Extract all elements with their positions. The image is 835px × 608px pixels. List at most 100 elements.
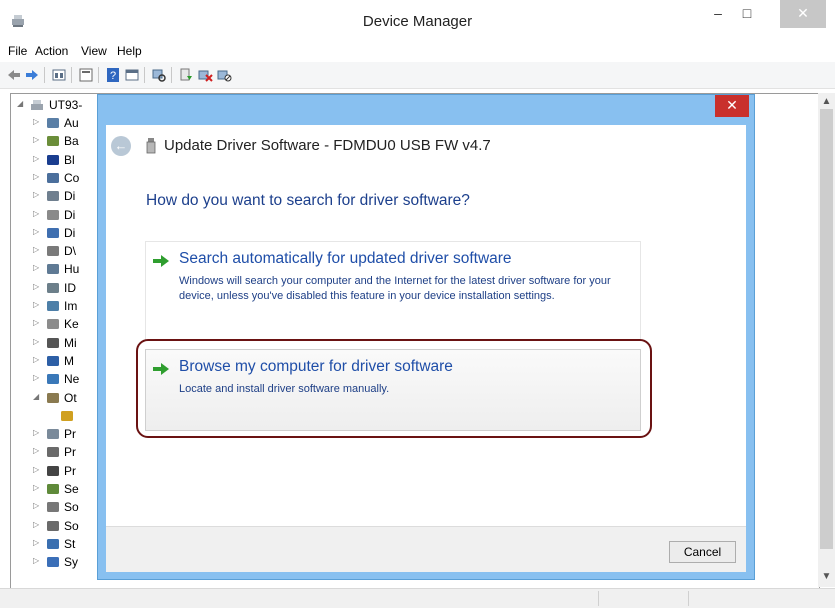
- tree-item[interactable]: ▷ Se: [11, 480, 111, 498]
- expand-arrow-icon[interactable]: ▷: [33, 520, 39, 529]
- toolbar-separator: [44, 67, 45, 83]
- expand-arrow-icon[interactable]: ▷: [33, 337, 39, 346]
- expand-arrow-icon[interactable]: ◢: [33, 392, 39, 401]
- tree-item-label: M: [64, 353, 74, 368]
- tree-item[interactable]: ▷ Pr: [11, 443, 111, 461]
- dialog-close-button[interactable]: ✕: [715, 95, 749, 117]
- expand-arrow-icon[interactable]: ▷: [33, 209, 39, 218]
- tree-item[interactable]: ▷ ID: [11, 279, 111, 297]
- tree-item[interactable]: ▷ So: [11, 498, 111, 516]
- scroll-down-arrow[interactable]: ▼: [818, 571, 835, 582]
- tree-item[interactable]: ▷ Mi: [11, 334, 111, 352]
- option-description: Windows will search your computer and th…: [179, 275, 611, 302]
- tree-item[interactable]: ▷ Di: [11, 187, 111, 205]
- tree-item[interactable]: ▷ So: [11, 517, 111, 535]
- expand-arrow-icon[interactable]: ▷: [33, 154, 39, 163]
- expand-arrow-icon[interactable]: ▷: [33, 538, 39, 547]
- view-icon[interactable]: [124, 67, 140, 83]
- tree-item[interactable]: ▷ Au: [11, 114, 111, 132]
- expand-arrow-icon[interactable]: ▷: [33, 245, 39, 254]
- tree-item[interactable]: ▷ Bl: [11, 151, 111, 169]
- expand-arrow-icon[interactable]: ▷: [33, 318, 39, 327]
- expand-arrow-icon[interactable]: ▷: [33, 282, 39, 291]
- search-automatically-option[interactable]: Search automatically for updated driver …: [145, 241, 641, 341]
- menu-view[interactable]: View: [81, 44, 107, 58]
- expand-arrow-icon[interactable]: ▷: [33, 446, 39, 455]
- cancel-button[interactable]: Cancel: [669, 541, 736, 563]
- status-cell: [688, 591, 835, 606]
- tree-item-label: D\: [64, 244, 76, 259]
- menu-help[interactable]: Help: [117, 44, 142, 58]
- back-icon[interactable]: [6, 67, 22, 83]
- title-bar: Device Manager – □ ✕: [0, 0, 835, 40]
- menu-action[interactable]: Action: [35, 44, 68, 58]
- tree-item-label: Hu: [64, 262, 80, 277]
- other-devices-icon: [47, 392, 59, 403]
- expand-arrow-icon[interactable]: ▷: [33, 263, 39, 272]
- update-driver-icon[interactable]: [178, 67, 194, 83]
- tree-item-label: Di: [64, 189, 76, 204]
- scroll-thumb[interactable]: [820, 109, 833, 549]
- expand-arrow-icon[interactable]: ▷: [33, 117, 39, 126]
- tree-item-label: Ot: [64, 390, 77, 405]
- tree-item[interactable]: [11, 407, 111, 425]
- tree-root[interactable]: ◢ UT93-: [11, 96, 111, 114]
- forward-icon[interactable]: [24, 67, 40, 83]
- expand-arrow-icon[interactable]: ▷: [33, 355, 39, 364]
- uninstall-icon[interactable]: [197, 67, 213, 83]
- software-icon: [47, 502, 59, 513]
- tree-item-label: Im: [64, 299, 78, 313]
- processor-icon: [47, 465, 59, 476]
- menu-file[interactable]: File: [8, 44, 27, 58]
- tree-item[interactable]: ▷ Pr: [11, 425, 111, 443]
- expand-arrow-icon[interactable]: ▷: [33, 483, 39, 492]
- tree-item[interactable]: ▷ Ne: [11, 370, 111, 388]
- monitor-icon: [47, 355, 59, 366]
- tree-item[interactable]: ▷ Pr: [11, 462, 111, 480]
- expand-arrow-icon[interactable]: ▷: [33, 227, 39, 236]
- maximize-button[interactable]: □: [732, 0, 762, 28]
- tree-item[interactable]: ▷ Sy: [11, 553, 111, 571]
- expand-arrow-icon[interactable]: ▷: [33, 373, 39, 382]
- tree-item[interactable]: ◢ Ot: [11, 389, 111, 407]
- dialog-title: Update Driver Software - FDMDU0 USB FW v…: [164, 137, 491, 154]
- scroll-up-arrow[interactable]: ▲: [818, 96, 835, 107]
- expand-arrow-icon[interactable]: ▷: [33, 190, 39, 199]
- disable-icon[interactable]: [216, 67, 232, 83]
- expand-arrow-icon[interactable]: ▷: [33, 135, 39, 144]
- expand-arrow-icon[interactable]: ▷: [33, 465, 39, 474]
- tree-item[interactable]: ▷ D\: [11, 242, 111, 260]
- hid-icon: [47, 264, 59, 275]
- expand-arrow-icon[interactable]: ▷: [33, 556, 39, 565]
- tree-item[interactable]: ▷ St: [11, 535, 111, 553]
- tree-item[interactable]: ▷ Co: [11, 169, 111, 187]
- expand-arrow-icon[interactable]: ▷: [33, 172, 39, 181]
- help-icon[interactable]: ?: [105, 67, 121, 83]
- tree-item[interactable]: ▷ Di: [11, 224, 111, 242]
- scan-hardware-icon[interactable]: [151, 67, 167, 83]
- back-arrow-icon[interactable]: ←: [111, 136, 131, 156]
- tree-item[interactable]: ▷ Ke: [11, 315, 111, 333]
- option-title: Search automatically for updated driver …: [179, 250, 512, 267]
- close-button[interactable]: ✕: [780, 0, 826, 28]
- tree-item[interactable]: ▷ Ba: [11, 132, 111, 150]
- expand-arrow-icon[interactable]: ▷: [33, 501, 39, 510]
- expand-arrow-icon[interactable]: ▷: [33, 300, 39, 309]
- dialog-question: How do you want to search for driver sof…: [146, 192, 470, 209]
- tree-item-label: Di: [64, 225, 76, 240]
- tree-item[interactable]: ▷ Hu: [11, 260, 111, 278]
- tree-item[interactable]: ▷ M: [11, 352, 111, 370]
- toolbar-separator: [98, 67, 99, 83]
- expand-arrow-icon[interactable]: ▷: [33, 428, 39, 437]
- usb-device-icon: [146, 138, 156, 154]
- menu-bar: File Action View Help: [0, 40, 835, 62]
- collapse-icon[interactable]: ◢: [17, 99, 23, 108]
- battery-icon: [47, 136, 59, 147]
- properties-icon[interactable]: [51, 67, 67, 83]
- minimize-button[interactable]: –: [704, 0, 732, 28]
- show-hide-icon[interactable]: [78, 67, 94, 83]
- security-icon: [47, 484, 59, 494]
- tree-item[interactable]: ▷ Im: [11, 297, 111, 315]
- vertical-scrollbar[interactable]: ▲ ▼: [818, 93, 835, 587]
- tree-item[interactable]: ▷ Di: [11, 206, 111, 224]
